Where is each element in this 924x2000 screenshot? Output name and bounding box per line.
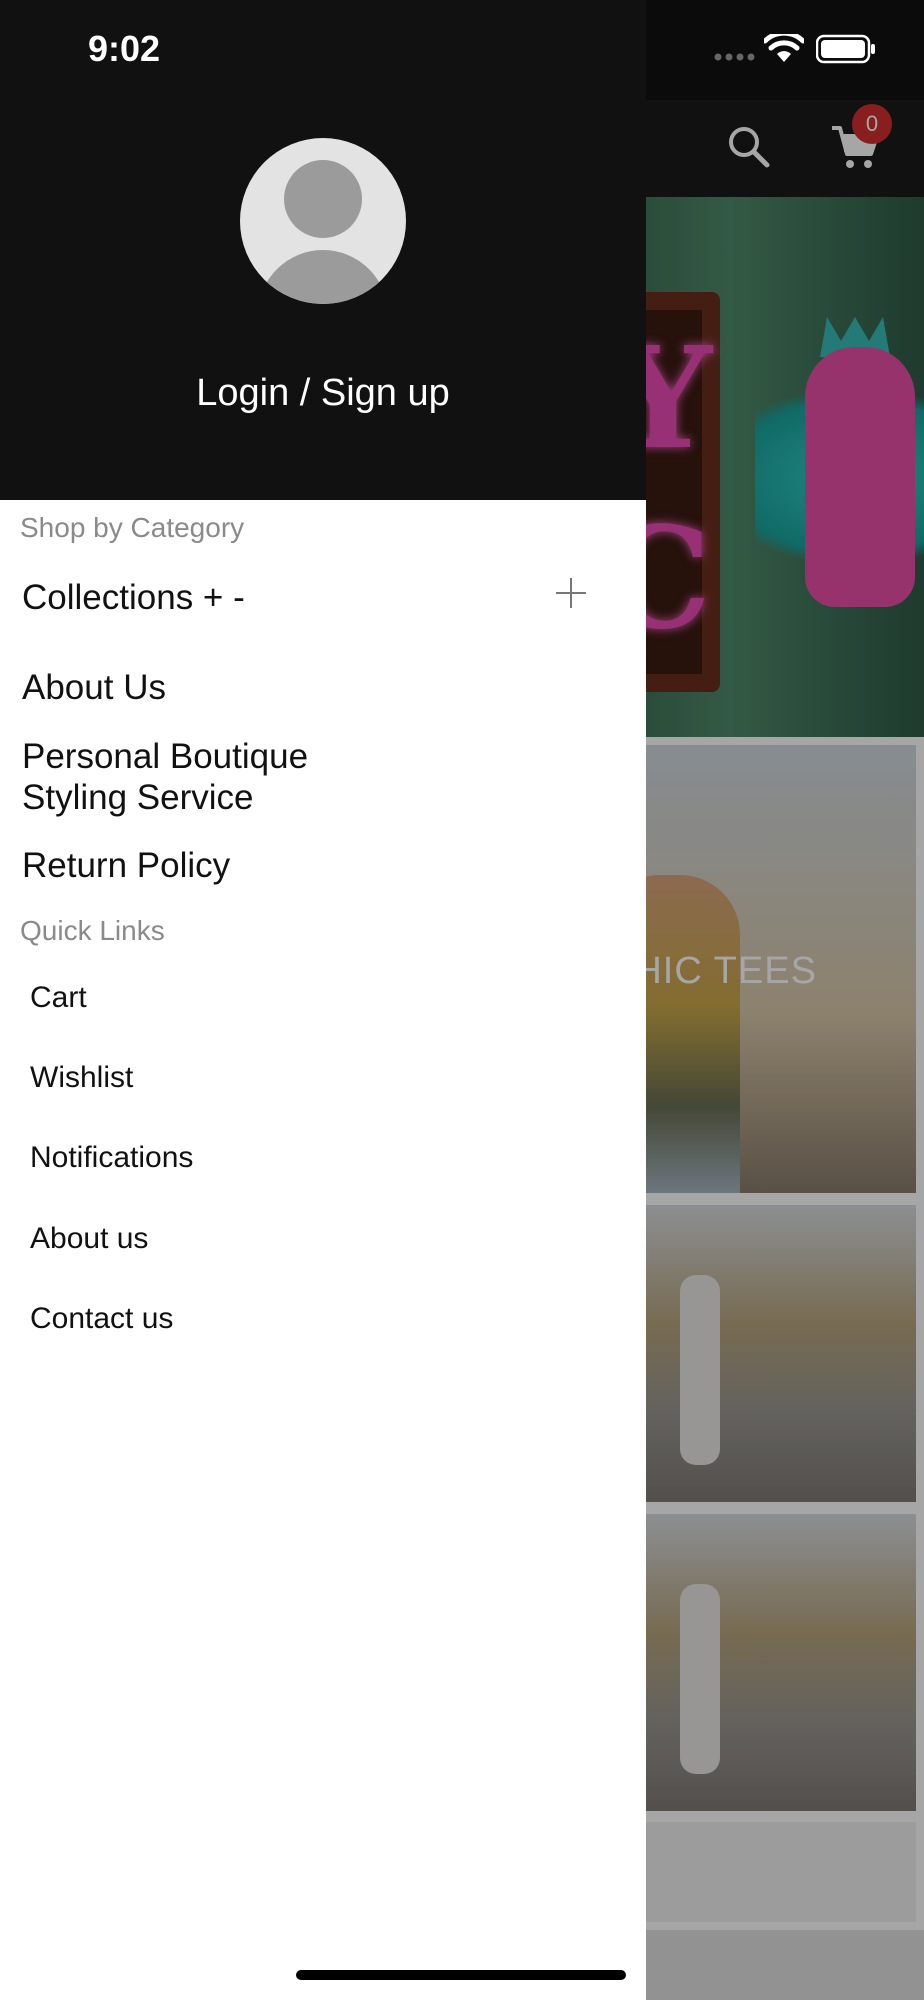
- avatar[interactable]: [240, 138, 406, 304]
- status-time: 9:02: [88, 28, 161, 69]
- avatar-body-graphic: [258, 250, 388, 304]
- shop-by-category-title: Shop by Category: [20, 512, 245, 543]
- quick-link-wishlist[interactable]: Wishlist: [30, 1061, 133, 1095]
- avatar-head-graphic: [284, 160, 362, 238]
- battery-icon: [816, 34, 875, 64]
- quick-link-notifications[interactable]: Notifications: [30, 1141, 193, 1175]
- quick-links-title: Quick Links: [20, 915, 165, 946]
- plus-icon[interactable]: [556, 578, 586, 608]
- menu-item-collections[interactable]: Collections + -: [22, 577, 245, 618]
- cellular-signal-icon: [714, 53, 755, 61]
- wifi-icon: [764, 34, 804, 62]
- quick-link-about-us[interactable]: About us: [30, 1222, 148, 1256]
- login-signup-link[interactable]: Login / Sign up: [0, 372, 646, 415]
- menu-item-styling-service[interactable]: Personal Boutique Styling Service: [22, 736, 308, 818]
- menu-item-about-us[interactable]: About Us: [22, 667, 166, 708]
- quick-link-cart[interactable]: Cart: [30, 981, 87, 1015]
- navigation-drawer: Login / Sign up Shop by Category Collect…: [0, 0, 646, 2000]
- drawer-header: Login / Sign up: [0, 0, 646, 500]
- menu-item-return-policy[interactable]: Return Policy: [22, 845, 230, 886]
- home-indicator[interactable]: [296, 1970, 626, 1980]
- quick-link-contact-us[interactable]: Contact us: [30, 1302, 173, 1336]
